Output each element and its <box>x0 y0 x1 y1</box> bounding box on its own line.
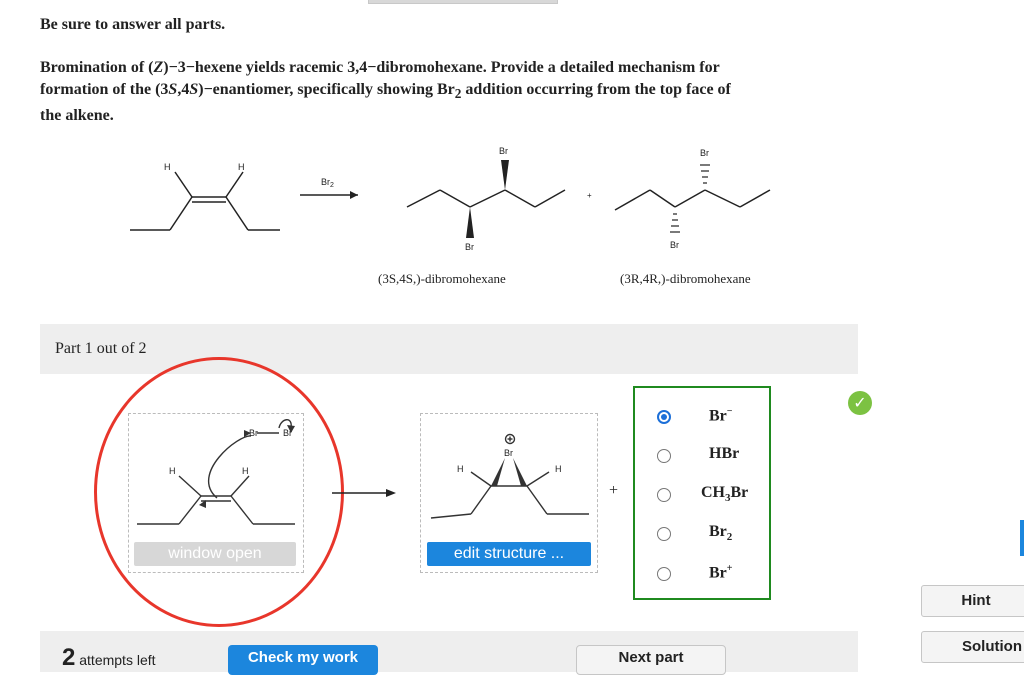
caption-3s4s: (3S,4S,)-dibromohexane <box>378 271 506 286</box>
hint-button[interactable]: Hint <box>921 585 1024 617</box>
caption-3r4r: (3R,4R,)-dibromohexane <box>620 271 751 286</box>
svg-text:Br: Br <box>504 448 513 458</box>
svg-text:H: H <box>238 162 245 172</box>
red-annotation-circle <box>94 357 344 627</box>
choice-bromide[interactable]: Br− <box>635 404 769 434</box>
choice-bromonium-cation[interactable]: Br+ <box>635 561 769 591</box>
plus-sign: + <box>609 482 619 499</box>
radio-icon[interactable] <box>657 567 671 581</box>
choice-br2[interactable]: Br2 <box>635 521 769 551</box>
svg-text:H: H <box>555 464 562 474</box>
solution-button[interactable]: Solution <box>921 631 1024 663</box>
svg-text:Br: Br <box>499 146 508 156</box>
edit-structure-button[interactable]: edit structure ... <box>427 542 591 566</box>
radio-icon[interactable] <box>657 449 671 463</box>
attempts-left: 2 attempts left <box>62 644 156 671</box>
svg-text:Br: Br <box>700 148 709 158</box>
svg-text:Br: Br <box>465 242 474 252</box>
reaction-arrow <box>332 489 396 497</box>
correct-check-icon: ✓ <box>848 391 872 415</box>
part-header-bar <box>40 324 858 374</box>
side-panel-edge <box>1020 520 1024 556</box>
svg-text:Br: Br <box>670 240 679 250</box>
svg-text:H: H <box>164 162 171 172</box>
svg-text:+: + <box>587 191 592 200</box>
top-scroll-tab <box>368 0 558 4</box>
radio-selected-icon[interactable] <box>657 410 671 424</box>
instruction-text: Be sure to answer all parts. <box>40 16 226 33</box>
part-title: Part 1 out of 2 <box>55 340 147 357</box>
svg-text:Br2: Br2 <box>321 177 334 189</box>
svg-text:H: H <box>457 464 464 474</box>
choice-hbr[interactable]: HBr <box>635 443 769 473</box>
radio-icon[interactable] <box>657 527 671 541</box>
bromonium-drawing: Br H H <box>430 433 589 519</box>
footer-bar <box>40 631 858 672</box>
question-text: Bromination of (Z)−3−hexene yields racem… <box>40 59 731 125</box>
radio-icon[interactable] <box>657 488 671 502</box>
next-part-button[interactable]: Next part <box>576 645 726 675</box>
check-my-work-button[interactable]: Check my work <box>228 645 378 675</box>
reaction-scheme: H H Br2 Br Br + Br Br (3S,4S,)-dibromohe… <box>130 146 771 286</box>
choice-ch3br[interactable]: CH3Br <box>635 482 769 512</box>
byproduct-choice-list: Br− HBr CH3Br Br2 Br+ <box>633 386 771 600</box>
